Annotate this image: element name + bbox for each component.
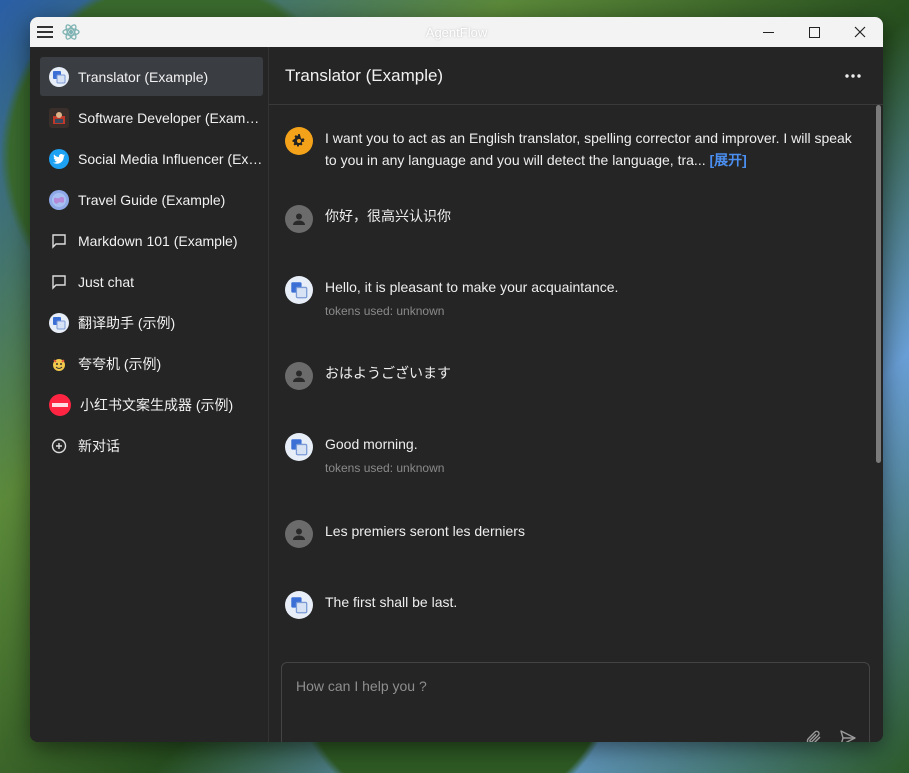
system-message: I want you to act as an English translat… <box>285 127 855 171</box>
translate-avatar-icon <box>285 276 313 304</box>
user-message: Les premiers seront les derniers <box>285 520 855 548</box>
message-text: Les premiers seront les derniers <box>325 523 525 539</box>
settings-gear-icon <box>285 127 313 155</box>
praise-avatar-icon <box>49 354 69 374</box>
app-logo-icon <box>60 21 82 43</box>
message-text: Hello, it is pleasant to make your acqua… <box>325 279 619 295</box>
title-bar: AgentFlow <box>30 17 883 47</box>
message-text: Good morning. <box>325 436 418 452</box>
sidebar-item-praise-machine[interactable]: 夸夸机 (示例) <box>40 344 263 383</box>
message-text: The first shall be last. <box>325 594 458 610</box>
message-text: 你好，很高兴认识你 <box>325 208 451 224</box>
chat-panel: Translator (Example) I want you to act a… <box>269 47 883 742</box>
expand-link[interactable]: [展开] <box>710 152 747 168</box>
message-input[interactable] <box>294 677 798 695</box>
sidebar-item-new-chat[interactable]: 新对话 <box>40 426 263 465</box>
chat-bubble-icon <box>49 272 69 292</box>
sidebar-item-label: 新对话 <box>78 437 120 454</box>
globe-icon <box>49 189 69 210</box>
user-avatar-icon <box>285 520 313 548</box>
sidebar-item-label: Social Media Influencer (Example) <box>78 150 263 167</box>
user-avatar-icon <box>285 205 313 233</box>
sidebar-item-social-media-influencer[interactable]: Social Media Influencer (Example) <box>40 139 263 178</box>
developer-avatar-icon <box>49 107 69 128</box>
paperclip-icon[interactable] <box>803 727 825 742</box>
sidebar-item-label: Travel Guide (Example) <box>78 191 226 208</box>
sidebar-item-label: Markdown 101 (Example) <box>78 232 238 249</box>
token-usage-text: tokens used: unknown <box>325 304 445 318</box>
xiaohongshu-icon <box>49 393 71 416</box>
sidebar-item-translation-assistant[interactable]: 翻译助手 (示例) <box>40 303 263 342</box>
twitter-icon <box>49 148 69 169</box>
message-composer <box>281 662 870 742</box>
translate-avatar-icon <box>285 591 313 619</box>
sidebar-item-label: Software Developer (Example) <box>78 109 263 126</box>
message-list: I want you to act as an English translat… <box>269 105 875 643</box>
close-button[interactable] <box>837 17 883 47</box>
assistant-message: Good morning. tokens used: unknown <box>285 433 855 479</box>
hamburger-menu-icon[interactable] <box>30 17 60 47</box>
translate-avatar-icon <box>49 66 69 87</box>
sidebar-item-travel-guide[interactable]: Travel Guide (Example) <box>40 180 263 219</box>
token-usage-text: tokens used: unknown <box>325 461 445 475</box>
chat-header: Translator (Example) <box>269 47 883 105</box>
message-text: I want you to act as an English translat… <box>325 130 852 168</box>
sidebar-item-software-developer[interactable]: Software Developer (Example) <box>40 98 263 137</box>
translate-avatar-icon <box>49 312 69 333</box>
chat-bubble-icon <box>49 231 69 251</box>
message-scrollbar[interactable] <box>876 105 881 463</box>
sidebar-item-markdown-101[interactable]: Markdown 101 (Example) <box>40 221 263 260</box>
chat-title: Translator (Example) <box>285 65 444 85</box>
sidebar-item-label: 翻译助手 (示例) <box>78 314 176 331</box>
user-message: おはようございます <box>285 362 855 390</box>
user-avatar-icon <box>285 362 313 390</box>
sidebar-item-just-chat[interactable]: Just chat <box>40 262 263 301</box>
sidebar-item-label: 夸夸机 (示例) <box>78 355 162 372</box>
assistant-message: Hello, it is pleasant to make your acqua… <box>285 276 855 322</box>
translate-avatar-icon <box>285 433 313 461</box>
user-message: 你好，很高兴认识你 <box>285 205 855 233</box>
message-text: おはようございます <box>325 365 451 381</box>
send-icon[interactable] <box>837 727 859 742</box>
sidebar-item-label: 小红书文案生成器 (示例) <box>80 396 234 413</box>
sidebar-item-label: Just chat <box>78 273 135 290</box>
assistant-message: The first shall be last. <box>285 591 855 619</box>
sidebar-item-translator[interactable]: Translator (Example) <box>40 57 263 96</box>
sidebar-item-xiaohongshu-generator[interactable]: 小红书文案生成器 (示例) <box>40 385 263 424</box>
minimize-button[interactable] <box>745 17 791 47</box>
app-window: AgentFlow Translator (Example) Software … <box>30 17 883 742</box>
conversation-sidebar: Translator (Example) Software Developer … <box>30 47 269 742</box>
add-circle-icon <box>49 436 69 456</box>
maximize-button[interactable] <box>791 17 837 47</box>
sidebar-item-label: Translator (Example) <box>78 68 209 85</box>
more-options-icon[interactable] <box>833 56 873 96</box>
